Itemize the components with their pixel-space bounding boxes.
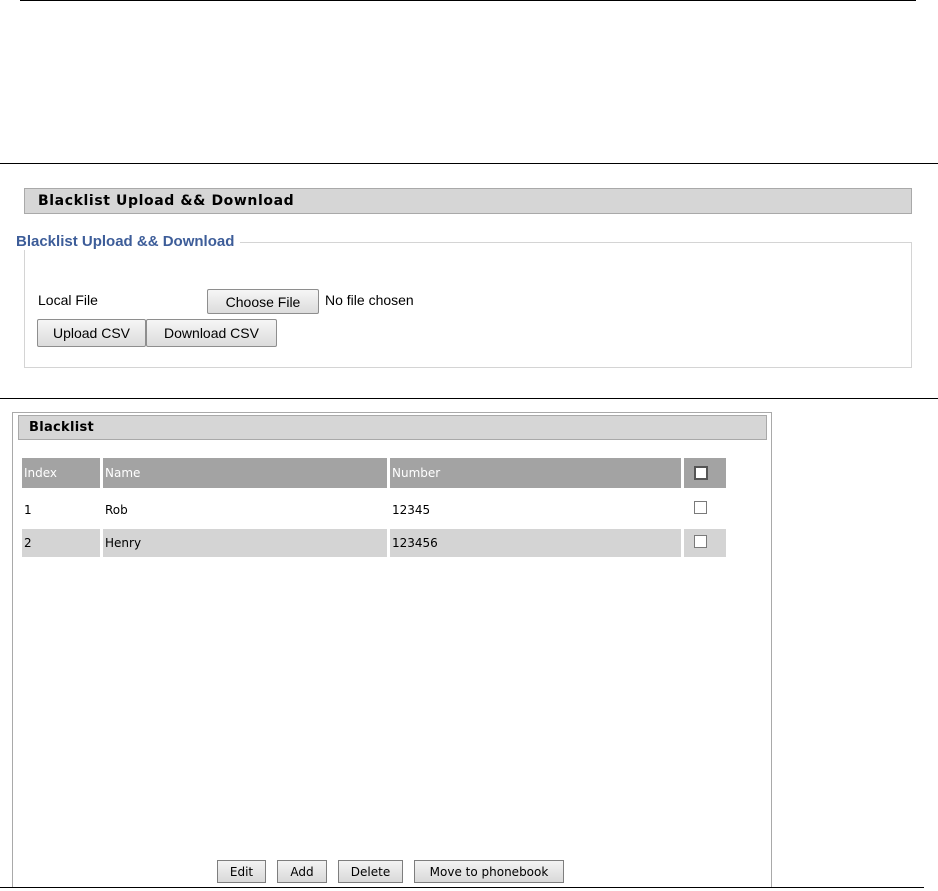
- upload-section-header: Blacklist Upload && Download: [24, 188, 912, 214]
- upload-fieldset-legend: Blacklist Upload && Download: [16, 233, 241, 250]
- file-status-text: No file chosen: [325, 292, 414, 308]
- table-row-1-checkbox[interactable]: [694, 501, 707, 514]
- table-row-2-checkbox[interactable]: [694, 535, 707, 548]
- column-header-select: [684, 458, 726, 488]
- column-header-name: Name: [103, 458, 387, 488]
- move-to-phonebook-button[interactable]: Move to phonebook: [414, 860, 564, 883]
- upload-fieldset: [24, 242, 912, 368]
- column-header-index: Index: [22, 458, 100, 488]
- table-row-1-index: 1: [24, 503, 32, 517]
- edit-button[interactable]: Edit: [217, 860, 266, 883]
- download-csv-button[interactable]: Download CSV: [146, 319, 277, 347]
- add-button[interactable]: Add: [277, 860, 327, 883]
- table-row-1-number: 12345: [392, 503, 431, 517]
- separator-2: [0, 398, 938, 399]
- table-row-2-number: 123456: [390, 529, 681, 557]
- delete-button[interactable]: Delete: [338, 860, 403, 883]
- blacklist-title: Blacklist: [29, 420, 95, 435]
- column-header-number: Number: [390, 458, 681, 488]
- upload-csv-button[interactable]: Upload CSV: [37, 319, 146, 347]
- table-row-1-name: Rob: [105, 503, 128, 517]
- local-file-label: Local File: [38, 292, 98, 308]
- blacklist-header: Blacklist: [18, 415, 767, 440]
- table-row-2-name: Henry: [103, 529, 387, 557]
- top-rule: [20, 0, 916, 1]
- upload-section-title: Blacklist Upload && Download: [38, 193, 295, 209]
- bottom-rule: [0, 887, 924, 888]
- select-all-checkbox[interactable]: [694, 466, 708, 480]
- choose-file-button[interactable]: Choose File: [207, 289, 319, 314]
- separator-1: [0, 163, 938, 164]
- table-row-2-index: 2: [22, 529, 100, 557]
